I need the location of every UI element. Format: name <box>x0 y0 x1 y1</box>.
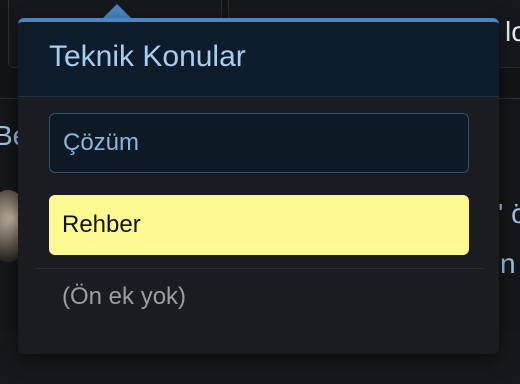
background-text-fragment: ' ö <box>498 198 520 229</box>
prefix-menu-body: Çözüm Rehber (Ön ek yok) <box>18 97 499 325</box>
forum-page: lo Be ' ö n Teknik Konular Çözüm Rehber … <box>0 0 520 384</box>
prefix-menu-title: Teknik Konular <box>49 40 246 73</box>
prefix-option-label: (Ön ek yok) <box>62 283 187 310</box>
prefix-menu: Teknik Konular Çözüm Rehber (Ön ek yok) <box>18 18 499 354</box>
prefix-option-cozum[interactable]: Çözüm <box>49 113 469 173</box>
prefix-menu-header: Teknik Konular <box>18 22 499 97</box>
background-text-fragment: lo <box>505 16 520 47</box>
prefix-option-label: Çözüm <box>63 129 140 156</box>
prefix-option-rehber[interactable]: Rehber <box>49 195 469 255</box>
background-text-fragment: n <box>500 248 516 279</box>
prefix-option-label: Rehber <box>62 211 141 238</box>
prefix-option-none[interactable]: (Ön ek yok) <box>49 269 469 325</box>
